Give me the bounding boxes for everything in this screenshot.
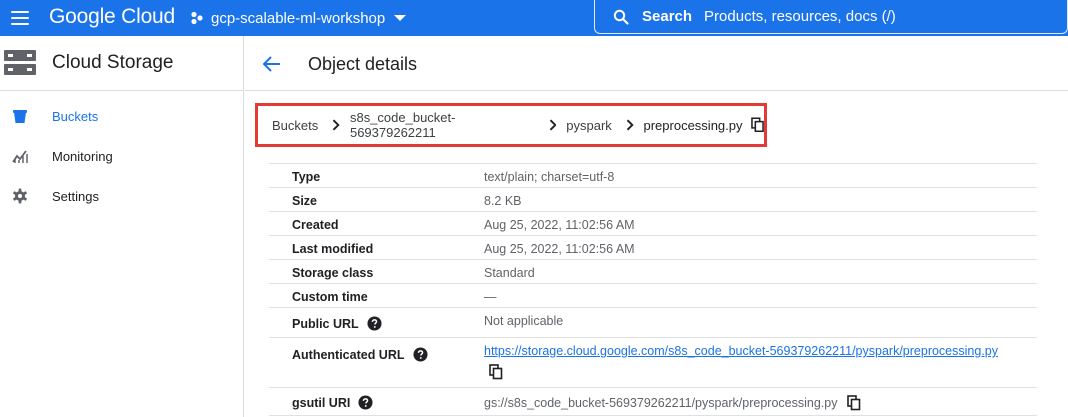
sidebar-item-label: Settings xyxy=(52,188,99,204)
detail-label-group: gsutil URI xyxy=(292,395,373,410)
detail-value-group: gs://s8s_code_bucket-569379262211/pyspar… xyxy=(484,395,861,411)
detail-value: text/plain; charset=utf-8 xyxy=(484,170,615,184)
table-row: Public URL Not applicable xyxy=(269,308,1037,338)
detail-label: Authenticated URL xyxy=(292,347,405,362)
table-row: Authenticated URL https://storage.cloud.… xyxy=(269,338,1037,388)
breadcrumb-buckets[interactable]: Buckets xyxy=(272,118,318,133)
table-row: gsutil URI gs://s8s_code_bucket-56937926… xyxy=(269,388,1037,416)
detail-label: Last modified xyxy=(292,242,374,256)
search-placeholder: Products, resources, docs (/) xyxy=(704,8,896,25)
detail-label: Created xyxy=(292,218,339,232)
sidebar-item-label: Monitoring xyxy=(52,148,113,164)
help-icon[interactable] xyxy=(367,316,382,331)
copy-icon[interactable] xyxy=(750,117,765,133)
chevron-right-icon xyxy=(549,119,557,131)
breadcrumb-bucket[interactable]: s8s_code_bucket-569379262211 xyxy=(350,110,535,140)
bucket-icon xyxy=(13,110,27,123)
detail-value: Not applicable xyxy=(484,314,564,328)
back-arrow-icon[interactable] xyxy=(260,52,284,76)
detail-label-group: Public URL xyxy=(292,316,382,331)
search-icon xyxy=(613,9,629,25)
detail-value: — xyxy=(484,290,497,304)
sidebar-item-label: Buckets xyxy=(52,108,99,124)
sidebar: Cloud Storage Buckets Monitoring Setting… xyxy=(0,36,244,417)
product-name: Cloud Storage xyxy=(52,52,174,73)
detail-label-group: Authenticated URL xyxy=(292,347,428,362)
detail-value: Aug 25, 2022, 11:02:56 AM xyxy=(484,242,635,256)
search-label: Search xyxy=(642,8,693,25)
help-icon[interactable] xyxy=(358,395,373,410)
help-icon[interactable] xyxy=(412,347,428,362)
sidebar-item-settings[interactable]: Settings xyxy=(0,176,243,216)
detail-value: Aug 25, 2022, 11:02:56 AM xyxy=(484,218,635,232)
detail-value-group: https://storage.cloud.google.com/s8s_cod… xyxy=(484,344,998,383)
page-title: Object details xyxy=(308,54,418,74)
chevron-right-icon xyxy=(626,119,634,131)
detail-label: Storage class xyxy=(292,266,374,280)
copy-icon[interactable] xyxy=(847,395,861,411)
table-row: Created Aug 25, 2022, 11:02:56 AM xyxy=(269,212,1037,236)
project-icon xyxy=(191,11,203,25)
monitoring-icon xyxy=(12,150,28,163)
page-header: Object details xyxy=(245,36,1068,91)
sidebar-header: Cloud Storage xyxy=(0,36,243,91)
detail-label: Type xyxy=(292,170,321,184)
sidebar-item-buckets[interactable]: Buckets xyxy=(0,96,243,136)
chevron-down-icon xyxy=(394,15,407,21)
chevron-right-icon xyxy=(333,119,340,131)
object-details-table: Type text/plain; charset=utf-8 Size 8.2 … xyxy=(269,163,1037,416)
google-cloud-logo[interactable]: Google Cloud xyxy=(49,5,175,29)
copy-icon[interactable] xyxy=(489,364,503,380)
detail-value: Standard xyxy=(484,266,535,280)
detail-label: Custom time xyxy=(292,290,368,304)
table-row: Size 8.2 KB xyxy=(269,188,1037,212)
breadcrumb-object: preprocessing.py xyxy=(643,117,743,133)
detail-label: Public URL xyxy=(292,316,359,331)
project-selector[interactable]: gcp-scalable-ml-workshop xyxy=(190,7,407,29)
authenticated-url-link[interactable]: https://storage.cloud.google.com/s8s_cod… xyxy=(484,344,998,358)
detail-label: gsutil URI xyxy=(292,395,351,410)
detail-value: 8.2 KB xyxy=(484,194,522,208)
gear-icon xyxy=(13,188,27,204)
table-row: Storage class Standard xyxy=(269,260,1037,284)
table-row: Custom time — xyxy=(269,284,1037,308)
sidebar-item-monitoring[interactable]: Monitoring xyxy=(0,136,243,176)
table-row: Type text/plain; charset=utf-8 xyxy=(269,164,1037,188)
top-bar: Google Cloud gcp-scalable-ml-workshop Se… xyxy=(0,0,1068,36)
menu-icon[interactable] xyxy=(10,8,32,28)
project-name: gcp-scalable-ml-workshop xyxy=(211,9,386,27)
gsutil-uri-value: gs://s8s_code_bucket-569379262211/pyspar… xyxy=(484,396,838,410)
breadcrumb-folder[interactable]: pyspark xyxy=(566,118,612,133)
search-bar[interactable]: Search Products, resources, docs (/) xyxy=(594,0,1068,34)
cloud-storage-icon xyxy=(4,50,36,75)
breadcrumb: Buckets s8s_code_bucket-569379262211 pys… xyxy=(255,103,767,147)
table-row: Last modified Aug 25, 2022, 11:02:56 AM xyxy=(269,236,1037,260)
detail-label: Size xyxy=(292,194,318,208)
